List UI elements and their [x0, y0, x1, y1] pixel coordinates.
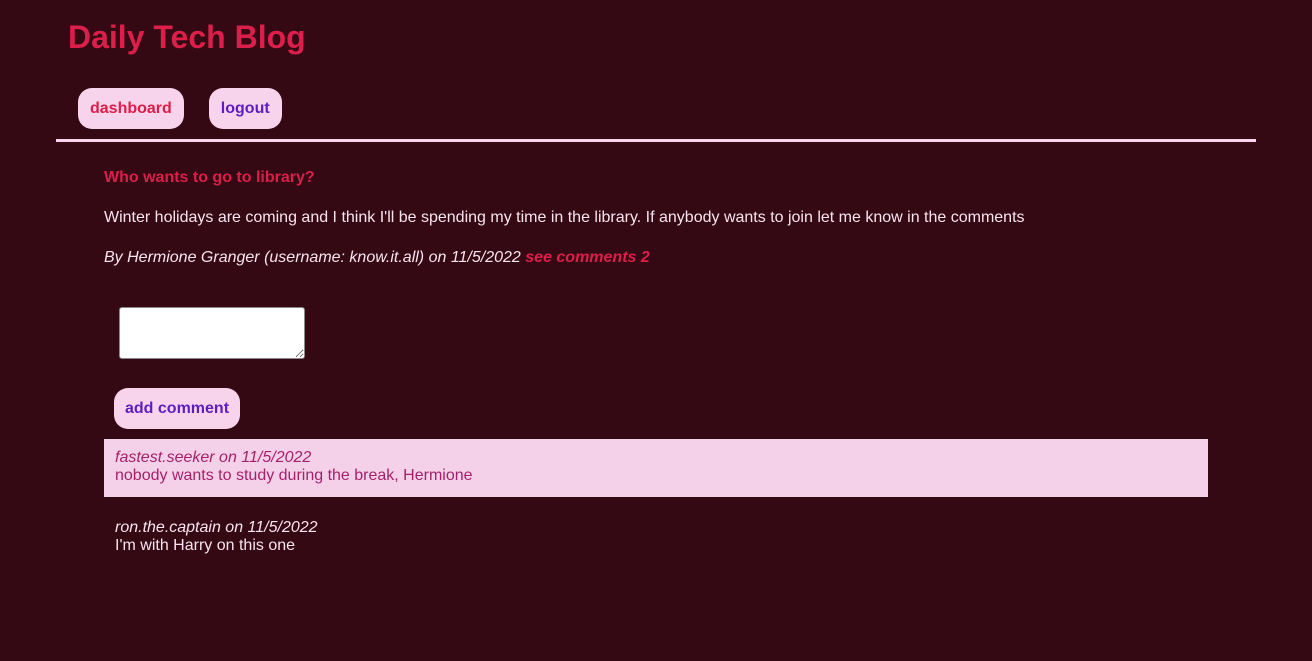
post-meta: By Hermione Granger (username: know.it.a… — [104, 249, 650, 267]
comment-item: ron.the.captain on 11/5/2022 I'm with Ha… — [104, 509, 1208, 565]
header-divider — [56, 139, 1256, 142]
main-nav: dashboard logout — [78, 88, 282, 129]
comment-text: I'm with Harry on this one — [115, 537, 296, 554]
see-comments-link[interactable]: see comments 2 — [525, 249, 650, 266]
comment-author: ron.the.captain on 11/5/2022 — [115, 519, 318, 536]
comment-input[interactable] — [119, 307, 305, 359]
dashboard-button[interactable]: dashboard — [78, 88, 184, 129]
comment-text: nobody wants to study during the break, … — [115, 467, 473, 484]
page: Daily Tech Blog dashboard logout Who wan… — [0, 0, 1312, 661]
comment-item: fastest.seeker on 11/5/2022 nobody wants… — [104, 439, 1208, 497]
comment-author: fastest.seeker on 11/5/2022 — [115, 449, 312, 466]
site-title: Daily Tech Blog — [68, 19, 306, 55]
logout-button[interactable]: logout — [208, 88, 282, 129]
add-comment-button[interactable]: add comment — [114, 388, 241, 429]
post-title: Who wants to go to library? — [104, 169, 315, 186]
post-body: Winter holidays are coming and I think I… — [104, 209, 1025, 226]
post-author-line: By Hermione Granger (username: know.it.a… — [104, 249, 521, 266]
